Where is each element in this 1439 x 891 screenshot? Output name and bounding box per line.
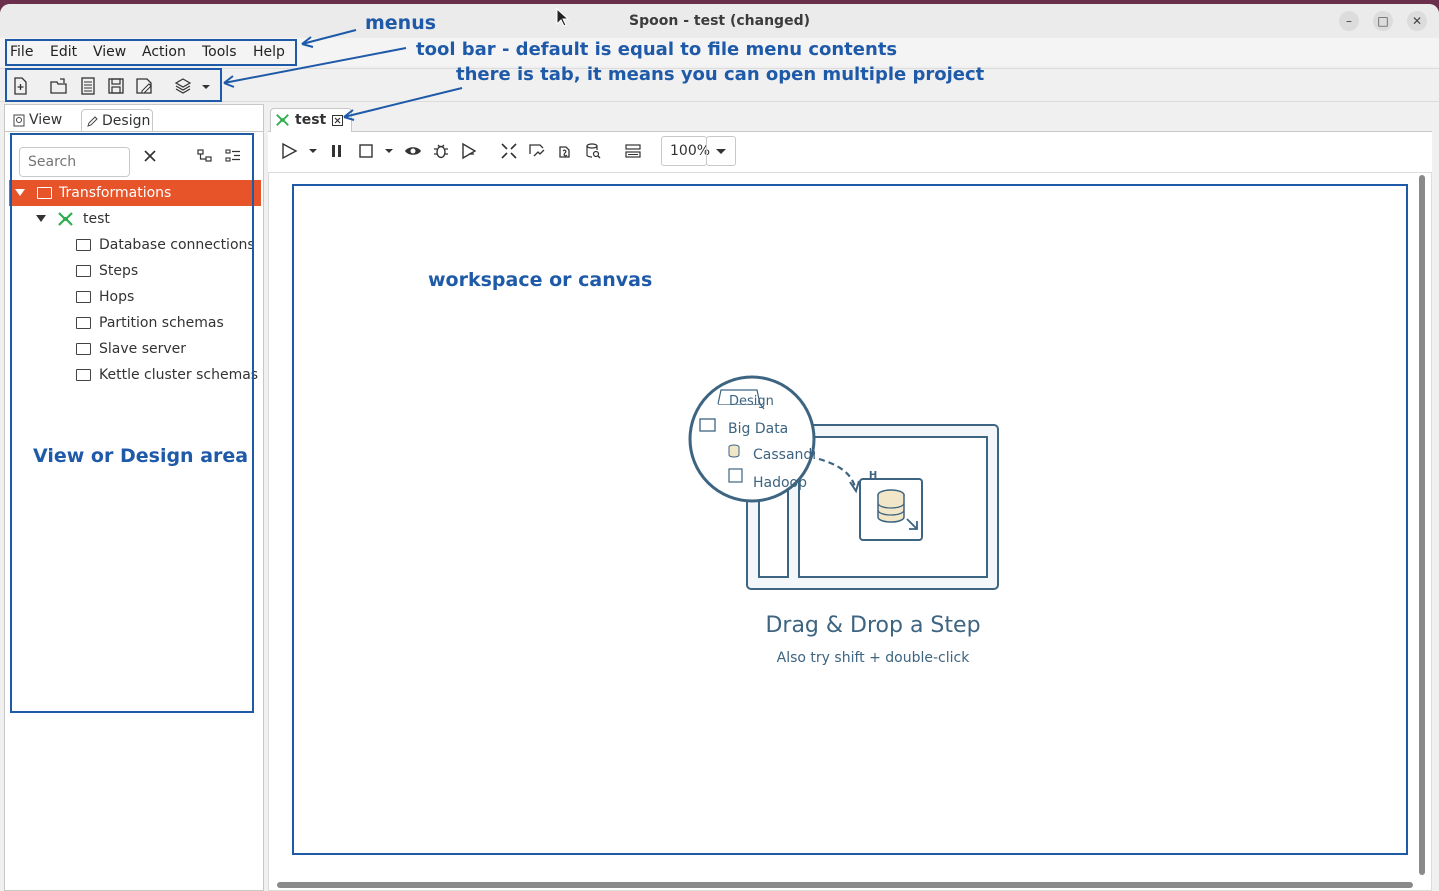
tab-divider	[5, 131, 263, 132]
explore-db-icon[interactable]	[584, 142, 602, 160]
magnifier-page-icon	[13, 114, 25, 127]
verify-icon[interactable]	[500, 142, 518, 160]
view-design-annotation-box	[10, 133, 254, 713]
pencil-icon	[87, 116, 98, 127]
annotation-workspace: workspace or canvas	[428, 269, 653, 291]
menus-annotation-box	[5, 39, 297, 66]
stop-icon[interactable]	[357, 142, 375, 160]
horizontal-scrollbar[interactable]	[277, 882, 1413, 888]
transformation-icon	[276, 114, 289, 126]
pause-icon[interactable]	[330, 142, 344, 160]
tab-label: test	[295, 112, 327, 128]
mouse-cursor-icon	[556, 8, 570, 27]
annotation-view-design: View or Design area	[33, 445, 249, 467]
window-title: Spoon - test (changed)	[629, 13, 810, 29]
close-button[interactable]: ✕	[1407, 11, 1427, 31]
vertical-scrollbar[interactable]	[1419, 175, 1425, 875]
tab-test[interactable]: test	[270, 108, 352, 132]
chevron-down-icon[interactable]	[308, 142, 318, 160]
replay-icon[interactable]	[460, 142, 478, 160]
tab-design[interactable]: Design	[81, 109, 153, 131]
close-tab-icon[interactable]	[332, 115, 343, 126]
chevron-down-icon[interactable]	[384, 142, 394, 160]
tab-design-label: Design	[102, 113, 151, 129]
zoom-level-field[interactable]: 100%	[661, 136, 710, 166]
maximize-button[interactable]: □	[1373, 11, 1393, 31]
annotation-toolbar: tool bar - default is equal to file menu…	[416, 39, 898, 60]
title-bar: Spoon - test (changed) – □ ✕	[0, 4, 1439, 38]
annotation-menus: menus	[365, 12, 437, 34]
tab-view[interactable]: View	[9, 109, 73, 131]
debug-bug-icon[interactable]	[432, 142, 450, 160]
canvas-toolbar: 100%	[268, 132, 1432, 172]
tab-view-label: View	[29, 112, 63, 128]
toolbar-annotation-box	[5, 68, 222, 102]
show-results-icon[interactable]	[624, 142, 642, 160]
sql-icon[interactable]	[556, 142, 574, 160]
chevron-down-icon	[716, 149, 726, 154]
editor-tab-bar: test	[268, 104, 1432, 132]
spoon-window: Spoon - test (changed) – □ ✕ File Edit V…	[0, 4, 1439, 891]
zoom-dropdown[interactable]	[706, 136, 736, 166]
impact-icon[interactable]	[528, 142, 546, 160]
run-icon[interactable]	[280, 142, 298, 160]
annotation-tab: there is tab, it means you can open mult…	[456, 64, 985, 85]
minimize-button[interactable]: –	[1339, 11, 1359, 31]
preview-eye-icon[interactable]	[404, 142, 422, 160]
